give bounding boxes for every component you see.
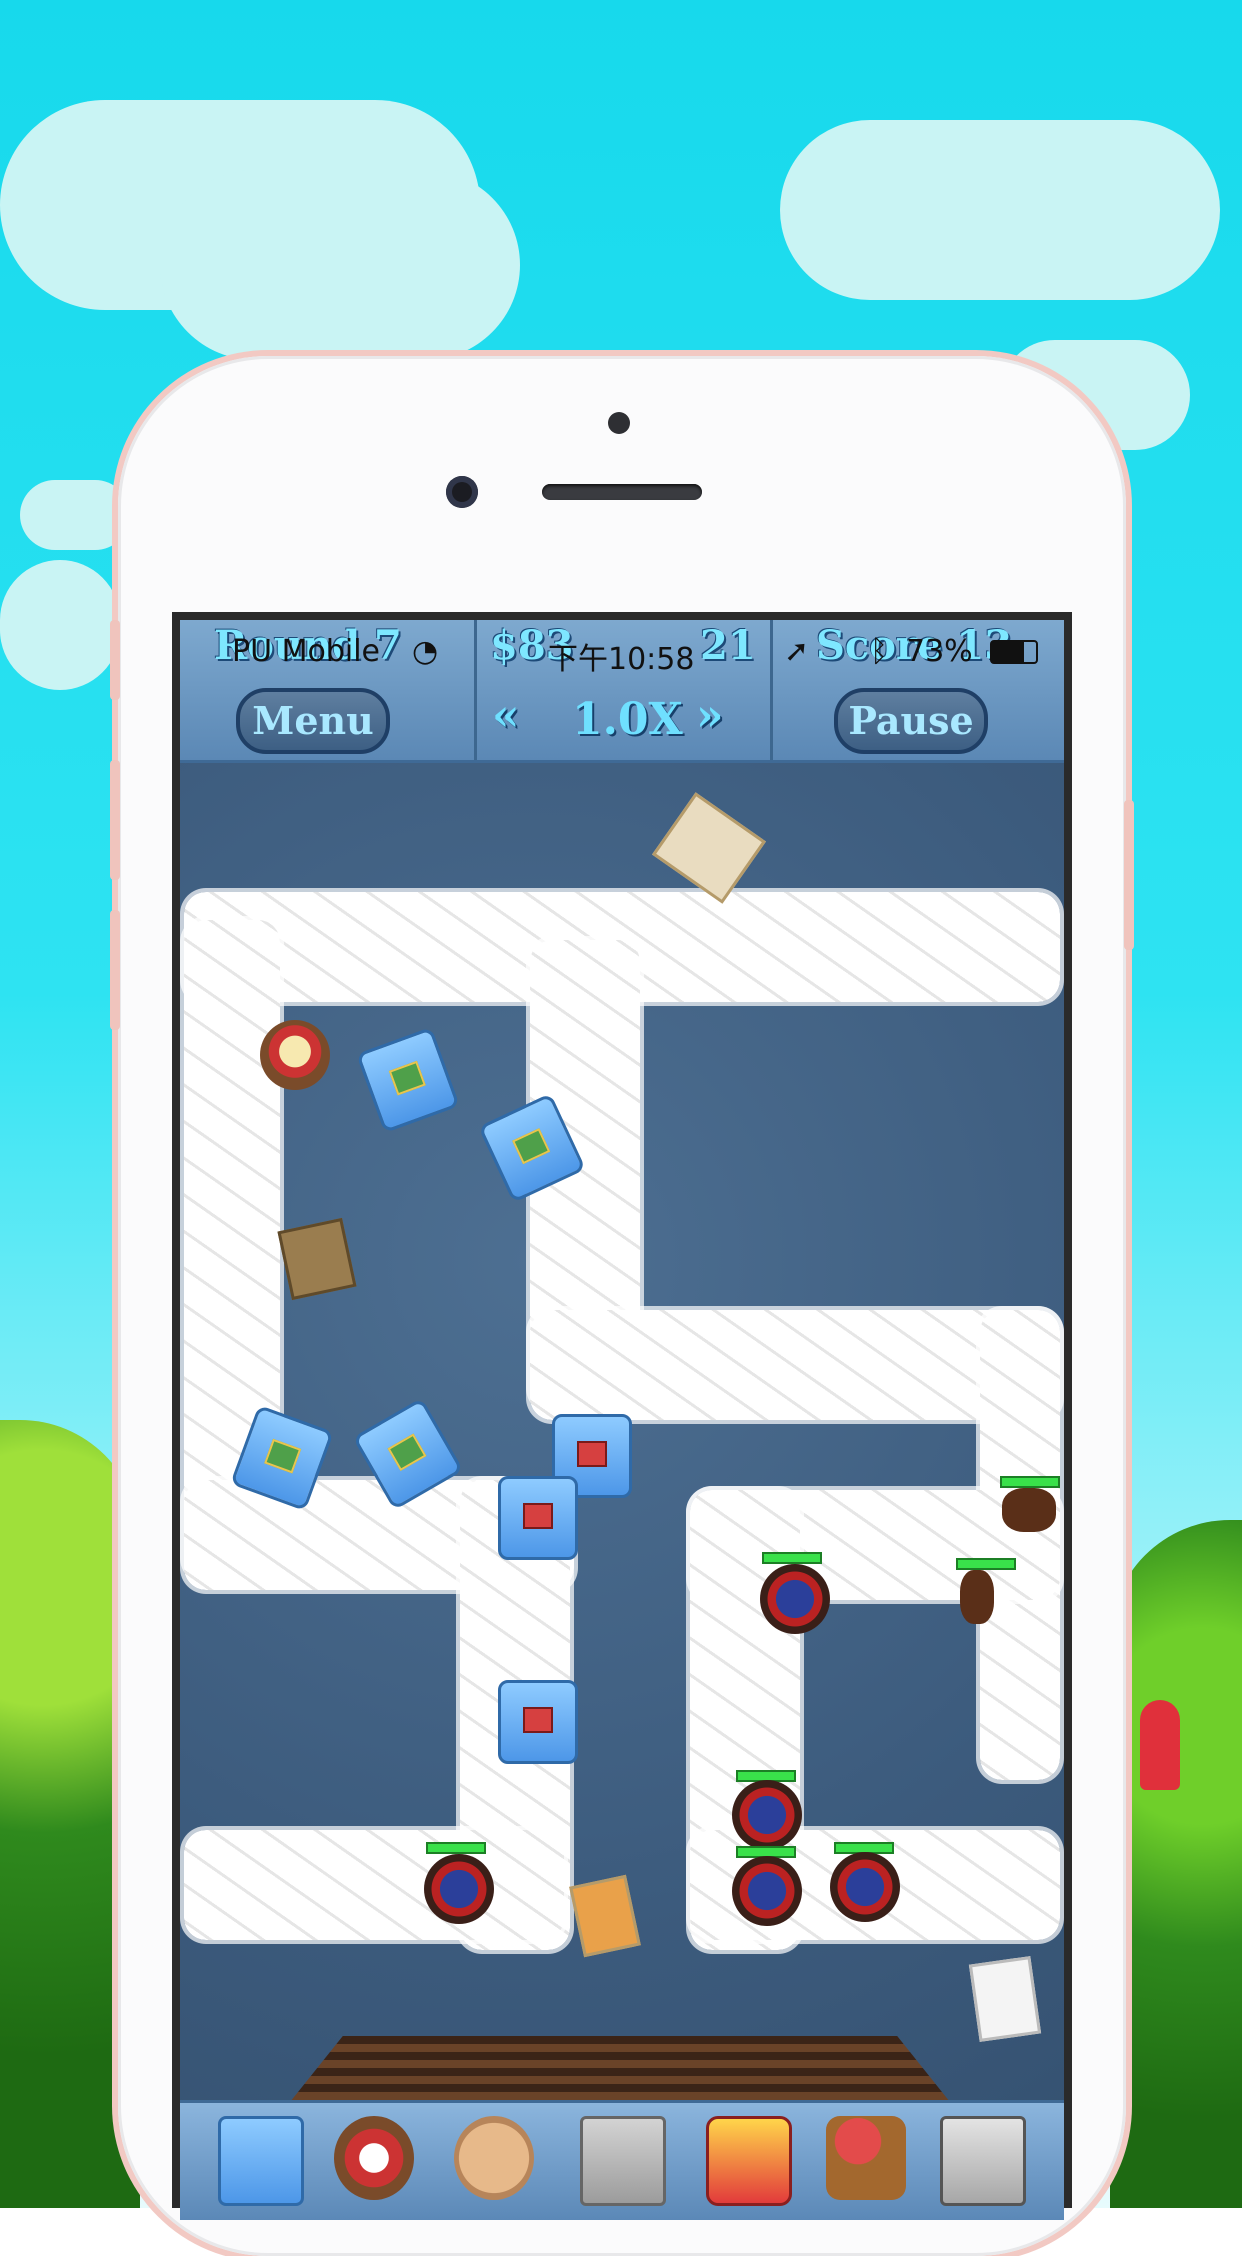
enemy-bug bbox=[830, 1852, 900, 1922]
enemy-health-bar bbox=[956, 1558, 1016, 1570]
lives-label: 21 bbox=[700, 622, 756, 669]
proximity-sensor bbox=[608, 412, 630, 434]
tower-window bbox=[512, 1128, 551, 1165]
pizza-cart-tower-icon[interactable] bbox=[826, 2116, 906, 2200]
pause-button[interactable]: Pause bbox=[834, 688, 988, 754]
volume-up-button bbox=[110, 760, 120, 880]
cloud bbox=[0, 560, 120, 690]
cloud bbox=[780, 120, 1220, 300]
red-flower bbox=[1140, 1700, 1180, 1790]
enemy-health-bar bbox=[762, 1552, 822, 1564]
rewind-icon[interactable]: « bbox=[492, 690, 520, 741]
cloud bbox=[160, 170, 520, 360]
tower-window bbox=[264, 1438, 302, 1474]
exit-grate bbox=[290, 2036, 950, 2102]
enemy-cockroach bbox=[1002, 1488, 1056, 1532]
cabinet-tower[interactable] bbox=[356, 1026, 460, 1134]
red-cabinet-tower[interactable] bbox=[498, 1680, 578, 1764]
power-button bbox=[1124, 800, 1134, 950]
location-icon: ➚ bbox=[784, 634, 810, 669]
red-cabinet-tower[interactable] bbox=[498, 1476, 578, 1560]
robot-tower-icon[interactable] bbox=[334, 2116, 414, 2200]
wifi-icon: ◔ bbox=[412, 634, 439, 669]
menu-button[interactable]: Menu bbox=[236, 688, 390, 754]
fast-forward-icon[interactable]: » bbox=[696, 690, 724, 741]
cookie-tower-icon[interactable] bbox=[454, 2116, 534, 2200]
tower-window bbox=[523, 1707, 553, 1733]
front-camera bbox=[446, 476, 478, 508]
cardboard-box bbox=[277, 1217, 357, 1301]
tower-window bbox=[577, 1441, 607, 1467]
volume-down-button bbox=[110, 910, 120, 1030]
tower-window bbox=[523, 1503, 553, 1529]
enemy-health-bar bbox=[1000, 1476, 1060, 1488]
enemy-bug bbox=[424, 1854, 494, 1924]
robot-tower[interactable] bbox=[260, 1020, 330, 1090]
battery-icon bbox=[990, 640, 1038, 664]
tower-window bbox=[387, 1433, 427, 1472]
jungle-leaves-right bbox=[1110, 1520, 1242, 2208]
game-hud: Round 7 $83 21 Score 13 PU Mobile ◔ 下午10… bbox=[180, 620, 1064, 763]
enemy-cockroach bbox=[960, 1570, 994, 1624]
enemy-bug bbox=[732, 1780, 802, 1850]
enemy-bug bbox=[732, 1856, 802, 1926]
red-car-tower-icon[interactable] bbox=[706, 2116, 792, 2206]
paper-path bbox=[184, 1830, 564, 1940]
hud-divider bbox=[770, 620, 773, 760]
bluetooth-icon: ᛒ bbox=[870, 634, 888, 669]
game-board: Round 7 $83 21 Score 13 PU Mobile ◔ 下午10… bbox=[180, 620, 1064, 2220]
blue-cabinet-tower-icon[interactable] bbox=[218, 2116, 304, 2206]
oven-tower-icon[interactable] bbox=[940, 2116, 1026, 2206]
tower-window bbox=[388, 1060, 426, 1096]
enemy-health-bar bbox=[426, 1842, 486, 1854]
open-book bbox=[651, 792, 767, 904]
hud-divider bbox=[474, 620, 477, 760]
game-speed-label: 1.0X bbox=[572, 694, 683, 745]
white-box bbox=[968, 1956, 1042, 2042]
status-battery: 73% bbox=[906, 634, 973, 669]
cloud bbox=[20, 480, 130, 550]
earpiece-speaker bbox=[542, 484, 702, 500]
gray-box-tower-icon[interactable] bbox=[580, 2116, 666, 2206]
stack-of-books bbox=[569, 1874, 641, 1958]
enemy-bug bbox=[760, 1564, 830, 1634]
status-time: 下午10:58 bbox=[548, 642, 695, 677]
phone-screen: Round 7 $83 21 Score 13 PU Mobile ◔ 下午10… bbox=[172, 612, 1072, 2220]
mute-switch bbox=[110, 620, 120, 700]
status-carrier: PU Mobile bbox=[232, 634, 380, 669]
